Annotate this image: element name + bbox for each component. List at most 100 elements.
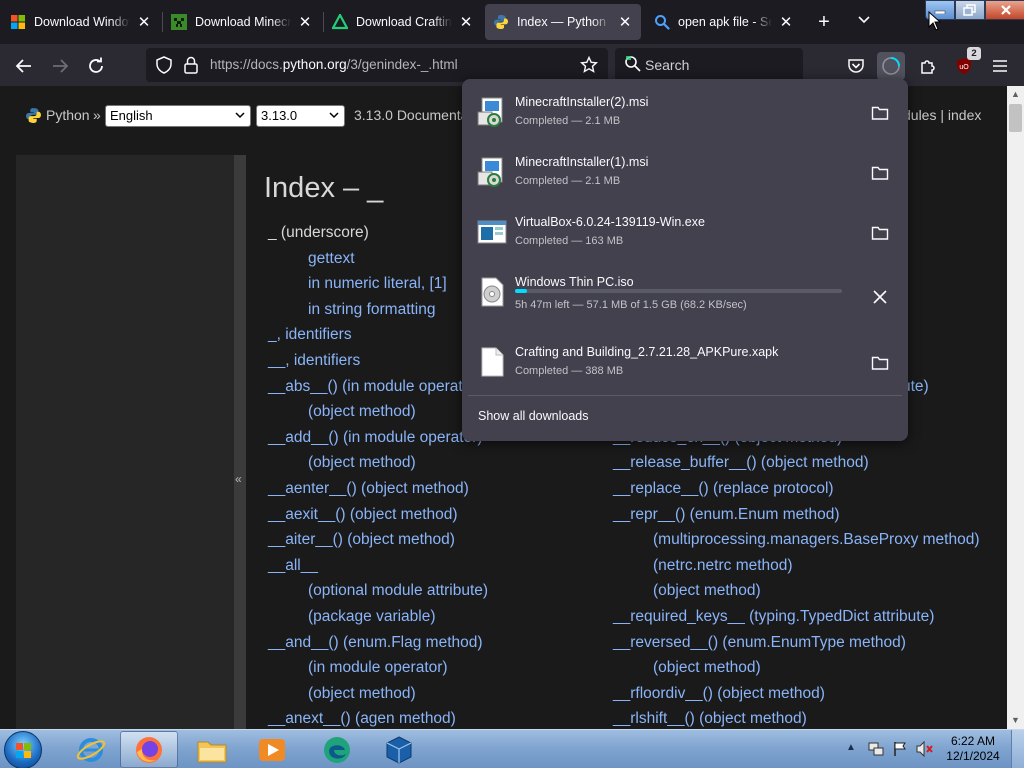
version-select[interactable]: 3.13.0	[256, 105, 345, 127]
index-entry[interactable]: __all__	[268, 557, 318, 575]
pocket-icon[interactable]	[842, 52, 870, 80]
page-scrollbar[interactable]: ▲ ▼	[1007, 86, 1024, 729]
edge-icon[interactable]	[308, 731, 366, 768]
index-entry[interactable]: __aexit__() (object method)	[268, 506, 458, 524]
index-entry[interactable]: __release_buffer__() (object method)	[613, 454, 869, 472]
network-icon[interactable]	[868, 741, 884, 762]
tab-download-minecraft[interactable]: Download Minecraft ✕	[163, 4, 321, 40]
list-all-tabs-chevron-down-icon[interactable]	[852, 8, 876, 36]
index-entry[interactable]: _, identifiers	[268, 326, 352, 344]
lock-icon[interactable]	[183, 56, 199, 79]
restore-icon[interactable]	[955, 0, 985, 20]
index-entry[interactable]: __required_keys__ (typing.TypedDict attr…	[613, 608, 934, 626]
tab-download-windows[interactable]: Download Windows 7 ✕	[2, 4, 160, 40]
index-entry[interactable]: __aenter__() (object method)	[268, 480, 469, 498]
download-status: Completed — 163 MB	[515, 235, 624, 247]
file-explorer-icon[interactable]	[183, 731, 241, 768]
cancel-icon[interactable]	[868, 285, 892, 309]
index-entry[interactable]: __abs__() (in module operator)	[268, 378, 482, 396]
tab-close-icon[interactable]: ✕	[136, 13, 152, 31]
volume-muted-icon[interactable]	[916, 740, 934, 762]
index-entry[interactable]: __repr__() (enum.Enum method)	[613, 506, 840, 524]
firefox-icon[interactable]	[120, 731, 178, 768]
tracking-protection-shield-icon[interactable]	[155, 56, 173, 79]
new-tab-plus-icon[interactable]: +	[812, 8, 836, 36]
index-entry[interactable]: (netrc.netrc method)	[653, 557, 793, 575]
start-windows-orb-icon[interactable]	[4, 731, 42, 768]
system-clock[interactable]: 6:22 AM 12/1/2024	[945, 734, 1001, 764]
downloads-progress-icon[interactable]	[877, 52, 905, 80]
reload-icon[interactable]	[82, 52, 110, 80]
folder-icon[interactable]	[868, 161, 892, 185]
forward-arrow-icon[interactable]	[46, 52, 74, 80]
show-hidden-icons-chevron-up-icon[interactable]: ▲	[846, 742, 856, 753]
index-entry[interactable]: __replace__() (replace protocol)	[613, 480, 834, 498]
index-entry[interactable]: (object method)	[308, 685, 416, 703]
index-entry[interactable]: (in module operator)	[308, 659, 448, 677]
tab-download-crafting[interactable]: Download Crafting and Building ✕	[324, 4, 482, 40]
tab-close-icon[interactable]: ✕	[617, 13, 633, 31]
download-item[interactable]: MinecraftInstaller(1).msi Completed — 2.1…	[468, 145, 902, 201]
index-entry[interactable]: __add__() (in module operator)	[268, 429, 483, 447]
breadcrumb-python-link[interactable]: Python	[46, 107, 90, 123]
sidebar-collapse-button[interactable]: «	[234, 155, 246, 729]
disc-image-icon	[476, 276, 508, 308]
download-item[interactable]: MinecraftInstaller(2).msi Completed — 2.1…	[468, 85, 902, 141]
download-item[interactable]: Windows Thin PC.iso 5h 47m left — 57.1 MB…	[468, 265, 902, 321]
index-entry[interactable]: __rlshift__() (object method)	[613, 710, 807, 728]
bookmark-star-icon[interactable]	[579, 55, 599, 79]
index-entry[interactable]: gettext	[308, 250, 355, 268]
ublock-shield-icon[interactable]: uO 2	[950, 47, 981, 80]
index-entry[interactable]: (object method)	[653, 659, 761, 677]
scroll-down-arrow-icon[interactable]: ▼	[1007, 712, 1024, 729]
index-entry[interactable]: __reversed__() (enum.EnumType method)	[613, 634, 906, 652]
scrollbar-thumb[interactable]	[1009, 104, 1022, 132]
folder-icon[interactable]	[868, 221, 892, 245]
show-desktop-button[interactable]	[1011, 730, 1024, 768]
breadcrumb-docs-link[interactable]: 3.13.0 Documenta	[354, 107, 468, 123]
index-entry[interactable]: (optional module attribute)	[308, 582, 488, 600]
show-all-downloads-button[interactable]: Show all downloads	[478, 409, 589, 423]
address-bar[interactable]: https://docs.python.org/3/genindex-_.htm…	[146, 48, 608, 82]
download-filename: MinecraftInstaller(2).msi	[515, 95, 649, 109]
index-entry[interactable]: __anext__() (agen method)	[268, 710, 456, 728]
index-entry[interactable]: (object method)	[308, 454, 416, 472]
tab-apk-search[interactable]: open apk file - Search ✕	[646, 4, 802, 40]
extensions-puzzle-icon[interactable]	[914, 52, 942, 80]
language-select[interactable]: English	[105, 105, 251, 127]
hamburger-menu-icon[interactable]	[986, 52, 1014, 80]
index-entry[interactable]: (package variable)	[308, 608, 436, 626]
exe-file-icon	[476, 216, 508, 248]
download-item[interactable]: Crafting and Building_2.7.21.28_APKPure.…	[468, 335, 902, 391]
index-entry[interactable]: __, identifiers	[268, 352, 360, 370]
folder-icon[interactable]	[868, 351, 892, 375]
search-bar[interactable]: Search	[615, 48, 803, 82]
index-entry[interactable]: (multiprocessing.managers.BaseProxy meth…	[653, 531, 980, 549]
python-logo-icon	[25, 107, 42, 129]
extension-badge: 2	[967, 47, 981, 60]
tab-close-icon[interactable]: ✕	[778, 13, 794, 31]
index-entry[interactable]: (object method)	[653, 582, 761, 600]
index-entry[interactable]: in numeric literal, [1]	[308, 275, 447, 293]
internet-explorer-icon[interactable]	[62, 731, 120, 768]
python-icon	[493, 14, 509, 30]
tab-close-icon[interactable]: ✕	[297, 13, 313, 31]
close-window-icon[interactable]	[985, 0, 1024, 20]
tab-python-index[interactable]: Index — Python 3.13.0 documentation ✕	[485, 4, 641, 40]
action-center-flag-icon[interactable]	[892, 741, 908, 762]
virtualbox-icon[interactable]	[370, 731, 428, 768]
media-player-icon[interactable]	[243, 731, 301, 768]
scroll-up-arrow-icon[interactable]: ▲	[1007, 86, 1024, 103]
breadcrumb-modules-index-links[interactable]: dules | index	[903, 107, 981, 123]
index-entry[interactable]: (object method)	[308, 403, 416, 421]
index-entry[interactable]: in string formatting	[308, 301, 436, 319]
folder-icon[interactable]	[868, 101, 892, 125]
back-arrow-icon[interactable]	[10, 52, 38, 80]
index-entry[interactable]: __rfloordiv__() (object method)	[613, 685, 825, 703]
index-entry[interactable]: __and__() (enum.Flag method)	[268, 634, 483, 652]
download-item[interactable]: VirtualBox-6.0.24-139119-Win.exe Complete…	[468, 205, 902, 261]
tab-close-icon[interactable]: ✕	[458, 13, 474, 31]
index-entry: _ (underscore)	[268, 224, 369, 241]
index-entry[interactable]: __aiter__() (object method)	[268, 531, 455, 549]
collapse-chevron-icon: «	[235, 472, 242, 486]
